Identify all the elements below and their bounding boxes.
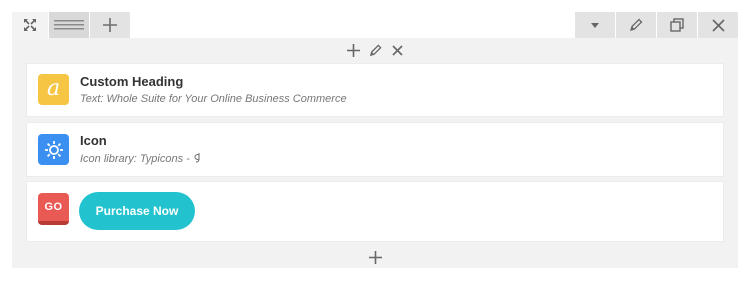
drag-handle[interactable]	[49, 12, 89, 38]
sun-icon	[44, 140, 63, 159]
button-element-badge: GO	[38, 193, 69, 225]
custom-heading-badge: a	[38, 74, 69, 105]
plus-icon	[346, 43, 360, 57]
row-right-toolbar	[574, 12, 738, 38]
add-column-button[interactable]	[90, 12, 130, 38]
custom-heading-icon: a	[46, 75, 61, 101]
purchase-now-button[interactable]: Purchase Now	[79, 192, 195, 230]
go-icon: GO	[44, 201, 63, 213]
icon-element-badge	[38, 134, 69, 165]
column-container: a Custom Heading Text: Whole Suite for Y…	[12, 38, 738, 268]
element-button[interactable]: GO Purchase Now	[26, 181, 724, 242]
column-controls	[12, 38, 738, 62]
plus-icon	[103, 18, 117, 32]
pencil-icon	[630, 18, 643, 31]
element-icon[interactable]: Icon Icon library: Typicons -	[26, 122, 724, 177]
plus-icon	[368, 250, 382, 264]
edit-column-button[interactable]	[366, 43, 384, 57]
row-editor: a Custom Heading Text: Whole Suite for Y…	[12, 12, 738, 268]
typicon-preview-icon	[194, 153, 200, 163]
duplicate-row-button[interactable]	[657, 12, 697, 38]
delete-row-button[interactable]	[698, 12, 738, 38]
add-element-bottom-button[interactable]	[12, 246, 738, 268]
element-custom-heading[interactable]: a Custom Heading Text: Whole Suite for Y…	[26, 63, 724, 117]
row-settings-dropdown[interactable]	[575, 12, 615, 38]
row-left-toolbar	[12, 12, 130, 38]
element-subtitle: Icon library: Typicons -	[80, 152, 202, 165]
add-element-button[interactable]	[344, 43, 362, 57]
expand-button[interactable]	[12, 12, 48, 38]
edit-row-button[interactable]	[616, 12, 656, 38]
element-title: Custom Heading	[80, 74, 184, 89]
element-subtitle: Text: Whole Suite for Your Online Busine…	[80, 93, 347, 105]
pencil-icon	[369, 43, 382, 56]
close-icon	[711, 18, 725, 32]
expand-icon	[24, 19, 36, 31]
element-title: Icon	[80, 133, 107, 148]
duplicate-icon	[670, 18, 684, 32]
close-icon	[391, 44, 403, 56]
icon-library-text: Icon library: Typicons -	[80, 153, 193, 165]
drag-handle-icon	[54, 20, 84, 30]
delete-column-button[interactable]	[388, 44, 406, 56]
caret-down-icon	[591, 22, 599, 28]
